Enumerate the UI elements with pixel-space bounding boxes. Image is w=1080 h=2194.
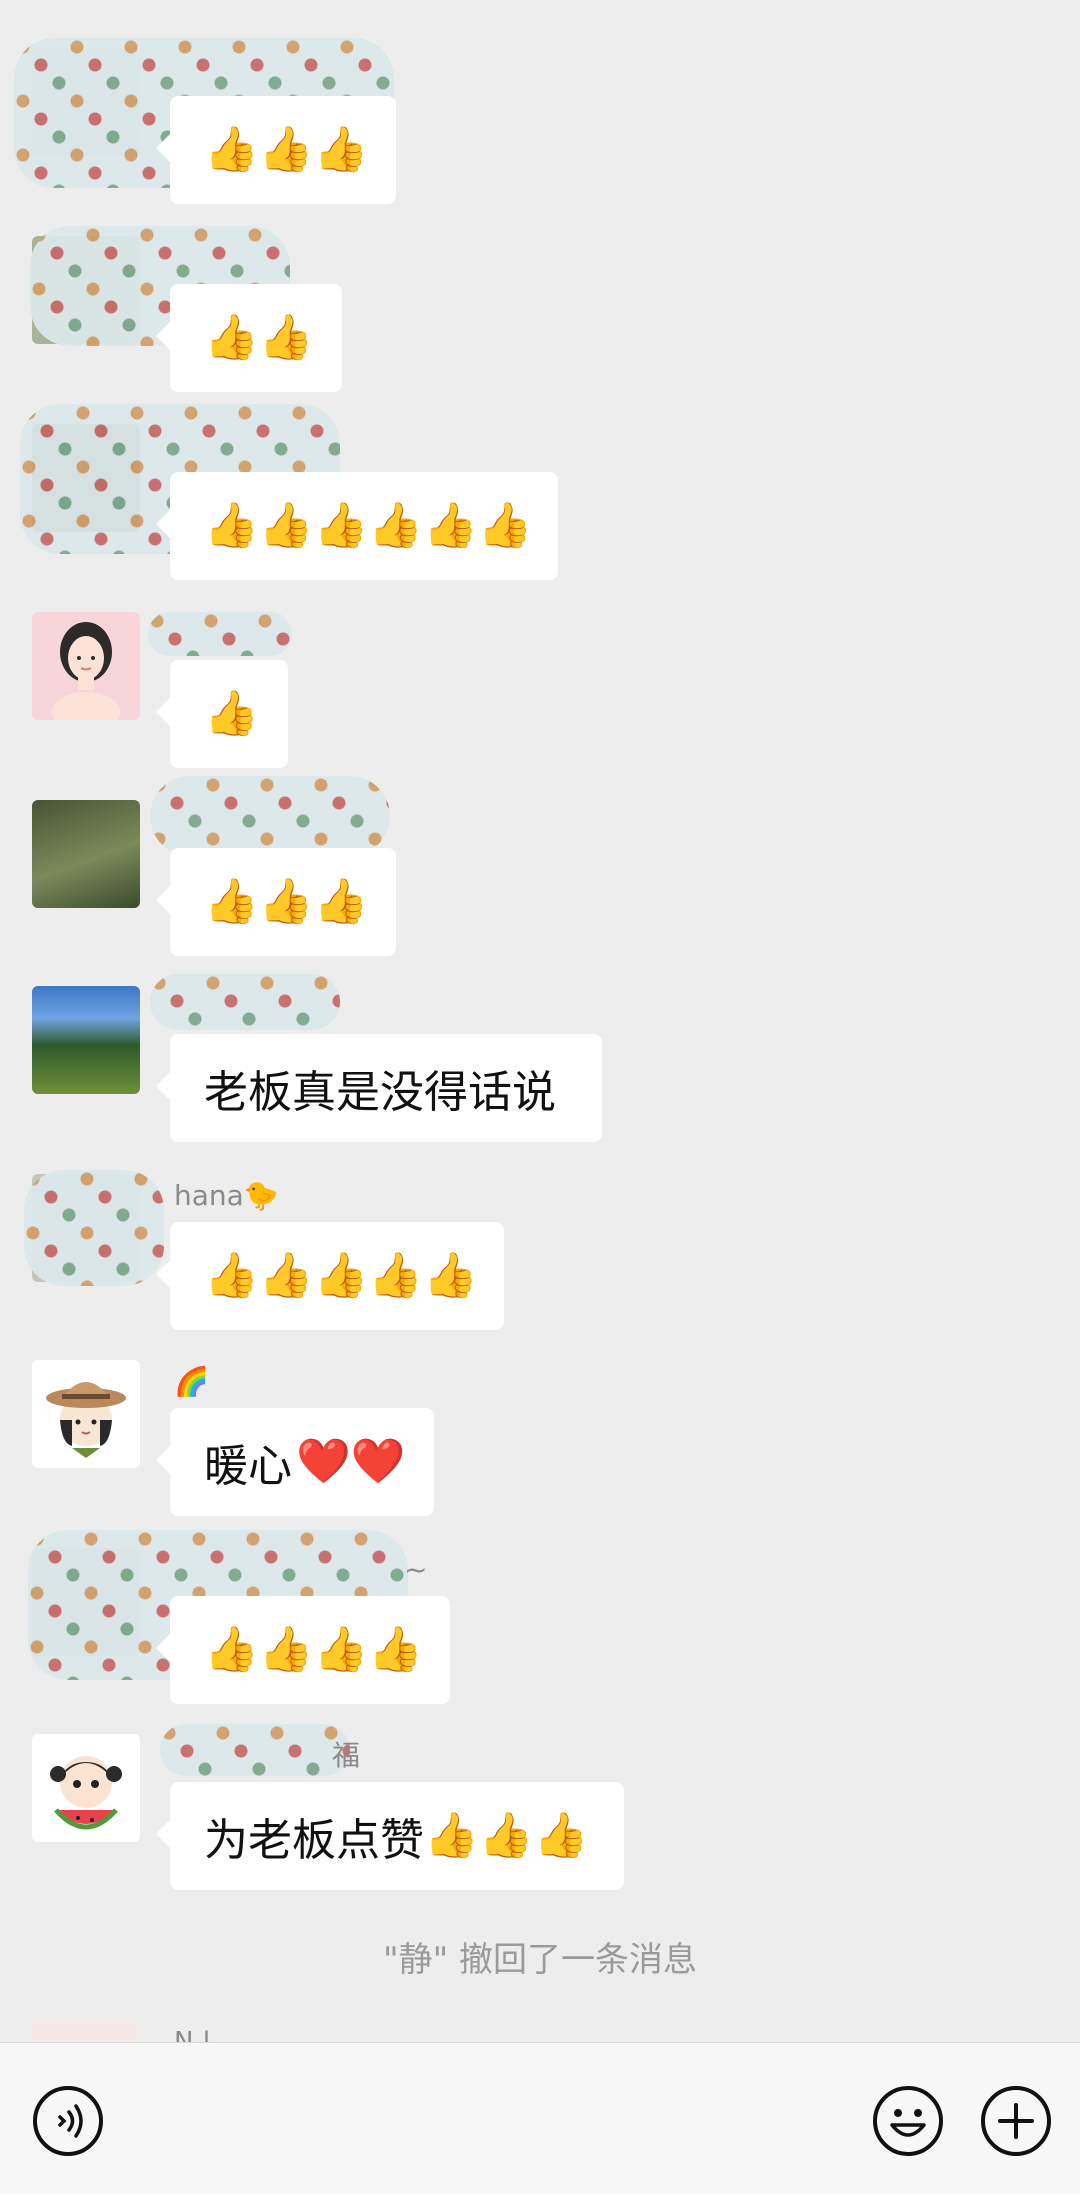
thumbs-up-emoji: 👍👍👍👍👍👍 xyxy=(204,500,533,551)
chat-message-list[interactable]: 👍👍👍 👍👍 👍👍👍👍👍👍 👍 👍👍👍 老板真是没得话说 hana🐤 👍👍👍👍👍… xyxy=(0,0,1080,2042)
chat-bubble[interactable]: 👍👍👍👍👍👍 xyxy=(156,472,558,580)
avatar[interactable] xyxy=(32,612,140,720)
blurred-name xyxy=(160,1724,350,1776)
thumbs-up-emoji: 👍👍👍 xyxy=(424,1810,589,1861)
sender-name: 福 xyxy=(332,1739,361,1772)
chat-input-bar xyxy=(0,2042,1080,2194)
blurred-name xyxy=(150,776,390,856)
chat-bubble[interactable]: 老板真是没得话说 xyxy=(156,1034,602,1142)
sender-name: hana🐤 xyxy=(174,1179,279,1212)
sender-name: 🌈 xyxy=(174,1365,209,1398)
chat-bubble[interactable]: 暖心 ❤️❤️ xyxy=(156,1408,434,1516)
message-text: 为老板点赞 xyxy=(204,1815,424,1866)
sender-name: ~ xyxy=(404,1553,428,1586)
chat-bubble[interactable]: 👍👍👍 xyxy=(156,96,396,204)
chat-bubble[interactable]: 为老板点赞 👍👍👍 xyxy=(156,1782,624,1890)
plus-icon xyxy=(981,2086,1051,2156)
more-options-button[interactable] xyxy=(978,2083,1054,2159)
thumbs-up-emoji: 👍👍 xyxy=(204,312,314,363)
avatar[interactable] xyxy=(32,800,140,908)
avatar[interactable] xyxy=(32,986,140,1094)
thumbs-up-emoji: 👍👍👍👍👍 xyxy=(204,1250,478,1301)
recall-notice: "静" 撤回了一条消息 xyxy=(382,1940,698,1980)
blurred-name xyxy=(150,974,340,1030)
girl-avatar-illustration xyxy=(52,622,120,720)
blurred-avatar xyxy=(24,1170,164,1286)
thumbs-up-emoji: 👍👍👍 xyxy=(204,876,369,927)
sender-name: N-l- xyxy=(174,2027,220,2042)
emoji-icon xyxy=(873,2086,943,2156)
message-text: 老板真是没得话说 xyxy=(204,1067,556,1118)
thumbs-up-emoji: 👍👍👍👍 xyxy=(204,1624,424,1675)
girl-with-watermelon-avatar-illustration xyxy=(50,1756,122,1830)
avatar[interactable] xyxy=(32,1734,140,1842)
voice-input-button[interactable] xyxy=(30,2083,106,2159)
chat-bubble[interactable]: 👍👍👍 xyxy=(156,848,396,956)
emoji-button[interactable] xyxy=(870,2083,946,2159)
chat-bubble[interactable]: 👍👍👍👍 xyxy=(156,1596,450,1704)
blurred-name xyxy=(148,612,292,656)
chat-bubble[interactable]: 👍👍👍👍👍 xyxy=(156,1222,504,1330)
heart-emoji: ❤️❤️ xyxy=(296,1436,406,1487)
voice-icon xyxy=(33,2086,103,2156)
girl-with-hat-avatar-illustration xyxy=(46,1382,126,1458)
thumbs-up-emoji: 👍 xyxy=(204,688,259,739)
avatar[interactable] xyxy=(32,1360,140,1468)
thumbs-up-emoji: 👍👍👍 xyxy=(204,124,369,175)
chat-bubble[interactable]: 👍👍 xyxy=(156,284,342,392)
message-text: 暖心 xyxy=(204,1441,292,1492)
avatar[interactable] xyxy=(32,2020,140,2042)
chat-bubble[interactable]: 👍 xyxy=(156,660,288,768)
